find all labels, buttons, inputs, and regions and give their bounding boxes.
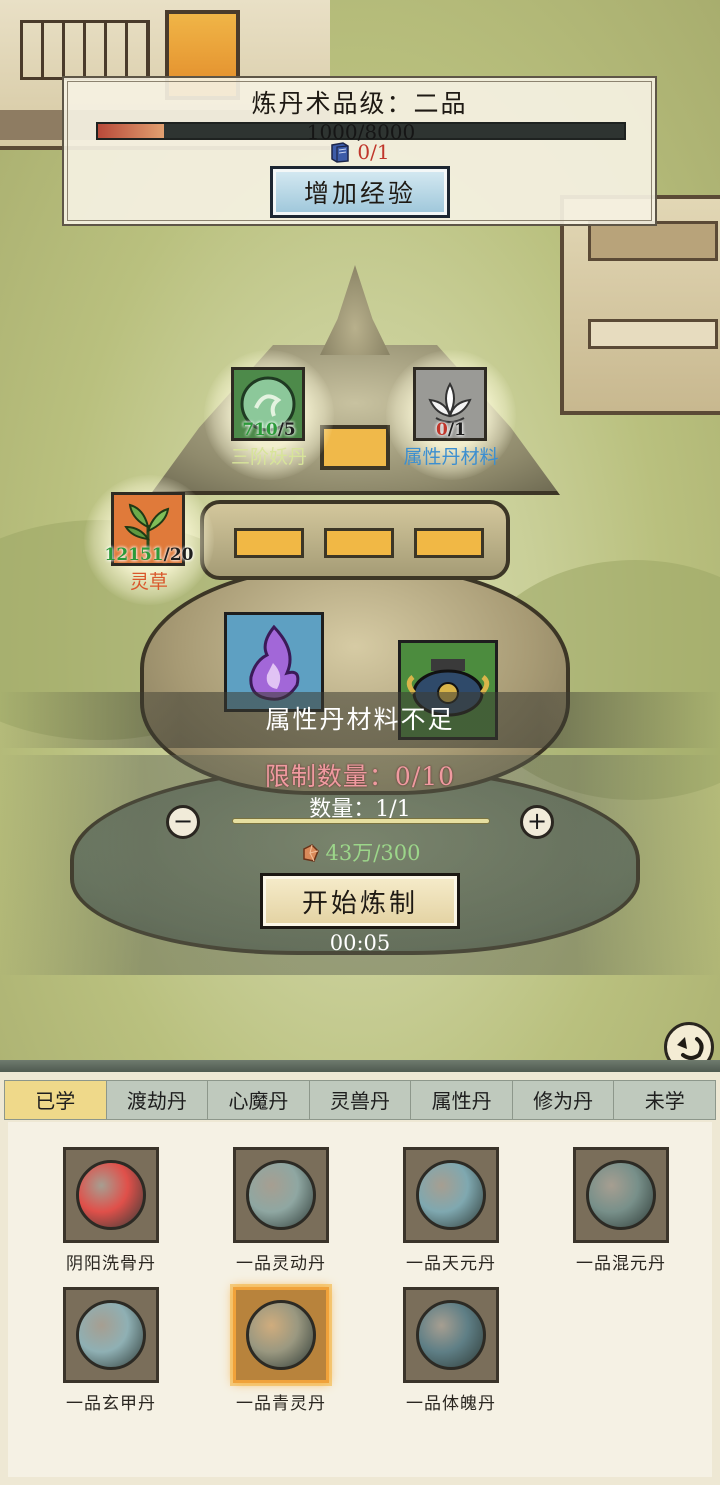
increase-quantity-button[interactable]: +: [520, 805, 554, 839]
pill-orb-icon: [76, 1160, 146, 1230]
pill-icon-frame: [403, 1287, 499, 1383]
pill-orb-icon: [416, 1300, 486, 1370]
recipe-item[interactable]: 一品体魄丹: [386, 1287, 516, 1427]
material-count: 710/5: [242, 420, 296, 440]
platform-drawer: [588, 319, 718, 349]
add-exp-button[interactable]: 增加经验: [270, 166, 450, 218]
pill-orb-icon: [586, 1160, 656, 1230]
pill-orb-icon: [246, 1300, 316, 1370]
pill-orb-icon: [416, 1160, 486, 1230]
cost-text: 43万/300: [325, 841, 421, 865]
recipe-name: 阴阳洗骨丹: [66, 1254, 156, 1274]
recipe-tabs: 已学 渡劫丹 心魔丹 灵兽丹 属性丹 修为丹 未学: [4, 1080, 716, 1120]
recipe-name: 一品混元丹: [576, 1254, 666, 1274]
recipe-item[interactable]: 一品青灵丹: [216, 1287, 346, 1427]
furnace-finial: [320, 265, 390, 355]
recipe-name: 一品玄甲丹: [66, 1394, 156, 1414]
material-demon-core[interactable]: 710/5 三阶妖丹: [204, 350, 334, 480]
start-refine-button[interactable]: 开始炼制: [260, 873, 460, 929]
book-count-text: 0/1: [357, 140, 390, 164]
furnace-lamp: [414, 528, 484, 558]
tab-cultivation[interactable]: 修为丹: [513, 1081, 615, 1119]
status-banner: 属性丹材料不足: [0, 692, 720, 748]
pill-icon-frame: [63, 1147, 159, 1243]
recipe-name: 一品体魄丹: [406, 1394, 496, 1414]
material-name: 属性丹材料: [403, 446, 499, 468]
recipe-name: 一品天元丹: [406, 1254, 496, 1274]
pill-orb-icon: [246, 1160, 316, 1230]
pill-icon-frame: [233, 1287, 329, 1383]
pill-icon-frame: [573, 1147, 669, 1243]
recipe-item[interactable]: 一品天元丹: [386, 1147, 516, 1287]
recipe-name: 一品青灵丹: [236, 1394, 326, 1414]
pill-orb-icon: [76, 1300, 146, 1370]
recipe-item[interactable]: 一品玄甲丹: [46, 1287, 176, 1427]
tab-spirit-beast[interactable]: 灵兽丹: [310, 1081, 412, 1119]
pill-icon-frame: [403, 1147, 499, 1243]
furnace-band: [200, 500, 510, 580]
decrease-quantity-button[interactable]: −: [166, 805, 200, 839]
tab-tribulation[interactable]: 渡劫丹: [107, 1081, 209, 1119]
recipe-grid: 阴阳洗骨丹 一品灵动丹 一品天元丹 一品混元丹 一品玄甲丹 一品青灵丹 一品体魄…: [8, 1122, 712, 1477]
recipe-name: 一品灵动丹: [236, 1254, 326, 1274]
refine-timer: 00:05: [329, 931, 391, 955]
material-attribute[interactable]: 0/1 属性丹材料: [386, 350, 516, 480]
panel-border: [0, 1060, 720, 1072]
furnace-lamp: [234, 528, 304, 558]
pill-icon-frame: [233, 1147, 329, 1243]
recipe-panel: 已学 渡劫丹 心魔丹 灵兽丹 属性丹 修为丹 未学 阴阳洗骨丹 一品灵动丹 一品…: [0, 1060, 720, 1485]
limit-count-text: 限制数量：0/10: [264, 762, 456, 791]
exp-book-count: 0/1: [64, 140, 655, 164]
quantity-slider[interactable]: [232, 818, 490, 824]
material-count: 0/1: [436, 420, 466, 440]
recipe-item[interactable]: 阴阳洗骨丹: [46, 1147, 176, 1287]
material-count: 12151/20: [104, 545, 194, 565]
alchemy-level-title: 炼丹术品级：二品: [251, 89, 468, 118]
tab-heart-demon[interactable]: 心魔丹: [208, 1081, 310, 1119]
recipe-item[interactable]: 一品灵动丹: [216, 1147, 346, 1287]
recipe-item[interactable]: 一品混元丹: [556, 1147, 686, 1287]
tab-attribute[interactable]: 属性丹: [411, 1081, 513, 1119]
platform-slot: [588, 221, 718, 261]
furnace-lamp: [324, 528, 394, 558]
tab-unlearned[interactable]: 未学: [614, 1081, 715, 1119]
book-icon: [331, 142, 350, 163]
pill-icon-frame: [63, 1287, 159, 1383]
refine-control-panel: 限制数量：0/10 数量：1/1 − + 43万/300 开始炼制 00:05: [0, 755, 720, 975]
material-herb[interactable]: 12151/20 灵草: [84, 475, 214, 605]
material-name: 三阶妖丹: [230, 446, 307, 468]
tab-learned[interactable]: 已学: [5, 1081, 107, 1119]
spirit-stone-icon: [302, 844, 319, 862]
lattice-window: [20, 20, 150, 80]
alchemy-level-panel: 炼丹术品级：二品 1000/8000 0/1 增加经验: [62, 76, 657, 226]
exp-progress-bar: 1000/8000: [96, 120, 626, 144]
material-name: 灵草: [129, 571, 168, 593]
spirit-stone-cost: 43万/300: [0, 837, 720, 867]
